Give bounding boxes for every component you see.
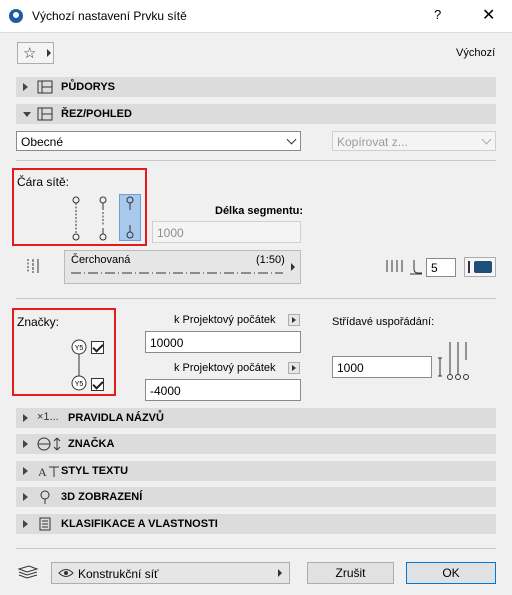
section-label: KLASIFIKACE A VLASTNOSTI — [61, 518, 218, 530]
expand-arrow-icon — [23, 440, 28, 448]
pen-number-input[interactable]: 5 — [426, 258, 456, 277]
svg-text:A: A — [38, 465, 47, 478]
svg-text:Y5: Y5 — [75, 345, 84, 352]
section-rez-pohled[interactable]: ŘEZ/POHLED — [16, 104, 496, 124]
dash-dot-pattern — [71, 272, 283, 274]
origin-menu-button-2[interactable] — [288, 362, 300, 374]
chevron-down-icon — [286, 134, 297, 145]
section-pudorys[interactable]: PŮDORYS — [16, 77, 496, 97]
expand-arrow-icon — [23, 414, 28, 422]
section-znacka[interactable]: ZNAČKA — [16, 434, 496, 454]
staggered-icon — [438, 342, 469, 380]
section-pravidla-nazvu[interactable]: ×1... PRAVIDLA NÁZVŮ — [16, 408, 496, 428]
section-label: ŘEZ/POHLED — [61, 108, 132, 120]
color-bar — [468, 261, 470, 273]
origin-label-1: k Projektový počátek — [174, 314, 276, 326]
expand-arrow-icon — [23, 520, 28, 528]
copy-from-dropdown[interactable]: Kopírovat z... — [332, 131, 496, 151]
ok-button[interactable]: OK — [406, 562, 496, 584]
view-type-dropdown[interactable]: Obecné — [16, 131, 301, 151]
grid-line-segment-icon — [99, 196, 107, 241]
section-3d-zobrazeni[interactable]: 3D ZOBRAZENÍ — [16, 487, 496, 507]
input-value: 10000 — [150, 336, 184, 350]
section-label: PRAVIDLA NÁZVŮ — [68, 412, 164, 424]
section-styl-textu[interactable]: A STYL TEXTU — [16, 461, 496, 481]
section-label: 3D ZOBRAZENÍ — [61, 491, 143, 503]
origin-label-2: k Projektový počátek — [174, 362, 276, 374]
marker-icon — [37, 437, 61, 451]
staggered-input[interactable]: 1000 — [332, 356, 432, 378]
title-bar: Výchozí nastavení Prvku sítě ? ✕ — [0, 0, 512, 33]
marker-end-checkbox[interactable] — [91, 378, 104, 391]
floorplan-icon — [37, 80, 53, 94]
divider — [16, 298, 496, 299]
favorites-button[interactable]: ☆ — [17, 42, 54, 64]
origin-menu-button-1[interactable] — [288, 314, 300, 326]
input-value: -4000 — [150, 384, 181, 398]
markers-label: Značky: — [17, 315, 60, 329]
origin-value-input-1[interactable]: 10000 — [145, 331, 301, 353]
line-style-option-3[interactable] — [119, 194, 141, 241]
section-klasifikace[interactable]: KLASIFIKACE A VLASTNOSTI — [16, 514, 496, 534]
expand-arrow-icon — [23, 83, 28, 91]
grid-line-label: Čára sítě: — [17, 175, 70, 189]
chevron-right-icon — [278, 569, 282, 577]
expand-arrow-icon — [23, 467, 28, 475]
input-value: 1000 — [337, 361, 364, 375]
divider — [16, 548, 496, 549]
layer-name: Konstrukční síť — [78, 567, 159, 581]
dropdown-placeholder: Kopírovat z... — [337, 135, 408, 149]
grid-line-chain-icon — [72, 196, 80, 241]
section-label: PŮDORYS — [61, 81, 115, 93]
section-label: ZNAČKA — [68, 438, 115, 450]
chevron-right-icon — [291, 263, 295, 271]
linetype-icon — [27, 259, 39, 273]
input-value: 1000 — [157, 226, 184, 240]
linetype-name: Čerchovaná — [71, 254, 131, 266]
expand-arrow-icon — [23, 493, 28, 501]
dropdown-value: Obecné — [21, 135, 64, 149]
section-label: STYL TEXTU — [61, 465, 129, 477]
pen-color-swatch — [474, 261, 492, 273]
collapse-arrow-icon — [23, 112, 31, 117]
window-title: Výchozí nastavení Prvku sítě — [32, 9, 187, 23]
eye-icon — [58, 569, 74, 577]
help-button[interactable]: ? — [434, 7, 441, 22]
divider — [16, 160, 496, 161]
default-label: Výchozí — [456, 47, 496, 59]
pen-icon — [386, 260, 422, 275]
chevron-right-icon — [47, 49, 51, 57]
segment-length-input[interactable]: 1000 — [152, 221, 301, 243]
line-style-option-2[interactable] — [95, 196, 111, 242]
origin-value-input-2[interactable]: -4000 — [145, 379, 301, 401]
close-button[interactable]: ✕ — [482, 5, 495, 25]
svg-text:Y5: Y5 — [75, 381, 84, 388]
layers-icon — [17, 565, 39, 579]
app-icon — [9, 9, 23, 23]
classification-icon — [39, 517, 51, 531]
section-view-icon — [37, 107, 53, 121]
3d-view-icon — [40, 490, 50, 504]
line-style-option-1[interactable] — [68, 196, 84, 242]
grid-line-ends-icon — [126, 196, 134, 239]
linetype-scale: (1:50) — [256, 254, 285, 266]
chevron-down-icon — [481, 134, 492, 145]
pen-color-button[interactable] — [464, 257, 496, 277]
linetype-selector[interactable]: Čerchovaná (1:50) — [64, 250, 301, 284]
cancel-button[interactable]: Zrušit — [307, 562, 394, 584]
marker-diagram-icon: Y5 Y5 — [71, 339, 87, 391]
segment-length-label: Délka segmentu: — [215, 205, 304, 217]
marker-start-checkbox[interactable] — [91, 341, 104, 354]
staggered-label: Střídavé uspořádání: — [332, 316, 435, 328]
text-style-icon: A — [38, 465, 59, 478]
star-icon: ☆ — [23, 45, 37, 62]
input-value: 5 — [431, 261, 438, 275]
layer-selector[interactable]: Konstrukční síť — [51, 562, 290, 584]
